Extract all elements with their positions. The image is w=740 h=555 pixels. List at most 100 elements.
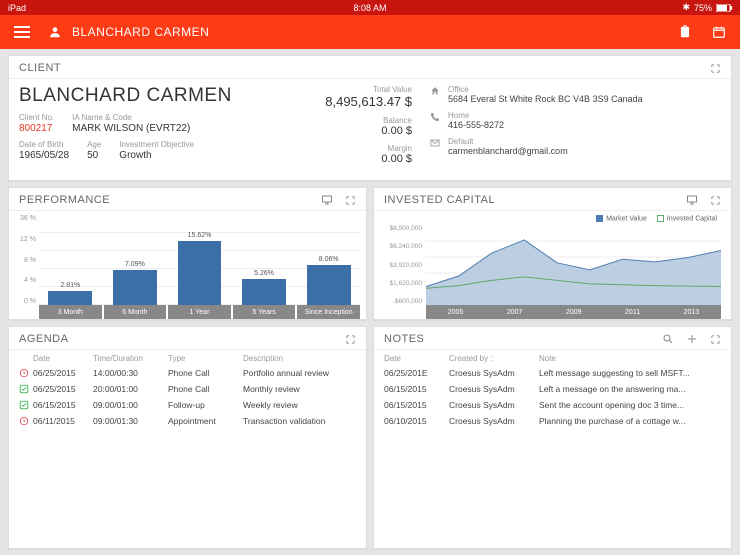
bar-category-label: 1 Year	[168, 305, 231, 319]
balance-label: Balance	[297, 116, 412, 125]
invested-chart: Market Value Invested Capital $8,500,000…	[374, 211, 731, 319]
note-row[interactable]: 06/15/2015 Croesus SysAdm Left a message…	[384, 381, 721, 397]
invested-title: INVESTED CAPITAL	[384, 194, 495, 206]
agenda-row[interactable]: 06/11/2015 09:00/01:30 Appointment Trans…	[19, 413, 356, 429]
calendar-icon[interactable]	[712, 24, 726, 40]
office-value: 5684 Everal St White Rock BC V4B 3S9 Can…	[448, 94, 643, 104]
expand-icon[interactable]	[710, 195, 721, 206]
note-text: Left message suggesting to sell MSFT...	[539, 368, 721, 378]
agenda-row[interactable]: 06/25/2015 14:00/00:30 Phone Call Portfo…	[19, 365, 356, 381]
col-date: Date	[33, 354, 93, 363]
note-created-by: Croesus SysAdm	[449, 416, 539, 426]
agenda-date: 06/25/2015	[33, 368, 93, 378]
obj-value: Growth	[119, 150, 194, 161]
legend-market-value: Market Value	[606, 215, 647, 222]
default-label: Default	[448, 137, 568, 146]
clock-icon	[19, 368, 33, 378]
expand-icon[interactable]	[710, 63, 721, 74]
expand-icon[interactable]	[345, 334, 356, 345]
agenda-date: 06/15/2015	[33, 400, 93, 410]
bar-value-label: 2.81%	[60, 282, 80, 289]
invested-card: INVESTED CAPITAL Market Value Invested C…	[373, 187, 732, 320]
note-date: 06/10/2015	[384, 416, 449, 426]
bar-category-label: Since Inception	[297, 305, 360, 319]
app-title: BLANCHARD CARMEN	[72, 25, 209, 39]
agenda-date: 06/25/2015	[33, 384, 93, 394]
mail-icon	[430, 138, 440, 148]
total-value: 8,495,613.47 $	[297, 94, 412, 109]
battery-icon	[716, 4, 732, 12]
present-icon[interactable]	[321, 194, 333, 206]
dob-label: Date of Birth	[19, 140, 69, 149]
note-row[interactable]: 06/10/2015 Croesus SysAdm Planning the p…	[384, 413, 721, 429]
agenda-time: 20:00/01:00	[93, 384, 168, 394]
agenda-type: Follow-up	[168, 400, 243, 410]
note-created-by: Croesus SysAdm	[449, 368, 539, 378]
bar-category-label: 3 Month	[39, 305, 102, 319]
client-name: BLANCHARD CARMEN	[19, 85, 279, 107]
legend-invested-capital: Invested Capital	[667, 215, 717, 222]
expand-icon[interactable]	[710, 334, 721, 345]
note-date: 06/15/2015	[384, 400, 449, 410]
chart-bar	[307, 265, 351, 305]
clipboard-icon[interactable]	[678, 24, 692, 40]
bar-category-label: 6 Month	[104, 305, 167, 319]
agenda-time: 14:00/00:30	[93, 368, 168, 378]
col-desc: Description	[243, 354, 356, 363]
age-label: Age	[87, 140, 101, 149]
note-created-by: Croesus SysAdm	[449, 384, 539, 394]
balance-value: 0.00 $	[297, 125, 412, 137]
performance-title: PERFORMANCE	[19, 194, 110, 206]
home-icon	[430, 86, 440, 96]
agenda-date: 06/11/2015	[33, 416, 93, 426]
chart-bar	[242, 279, 286, 305]
note-date: 06/25/201E	[384, 368, 449, 378]
user-icon[interactable]	[48, 25, 62, 39]
notes-title: NOTES	[384, 333, 424, 345]
menu-icon[interactable]	[14, 26, 30, 38]
margin-label: Margin	[297, 144, 412, 153]
agenda-type: Phone Call	[168, 368, 243, 378]
ia-value: MARK WILSON (EVRT22)	[72, 123, 190, 134]
col-type: Type	[168, 354, 243, 363]
agenda-row[interactable]: 06/25/2015 20:00/01:00 Phone Call Monthl…	[19, 381, 356, 397]
obj-label: Investment Objective	[119, 140, 194, 149]
app-bar: BLANCHARD CARMEN	[0, 15, 740, 49]
add-icon[interactable]	[686, 333, 698, 345]
agenda-card: AGENDA Date Time/Duration Type Descripti…	[8, 326, 367, 549]
agenda-desc: Transaction validation	[243, 416, 356, 426]
note-text: Planning the purchase of a cottage w...	[539, 416, 721, 426]
note-text: Left a message on the answering ma...	[539, 384, 721, 394]
note-row[interactable]: 06/15/2015 Croesus SysAdm Sent the accou…	[384, 397, 721, 413]
client-header: CLIENT	[19, 62, 61, 74]
client-no-label: Client No.	[19, 113, 54, 122]
bar-value-label: 5.26%	[254, 270, 274, 277]
bar-value-label: 15.62%	[188, 232, 212, 239]
age-value: 50	[87, 150, 101, 161]
expand-icon[interactable]	[345, 195, 356, 206]
bar-value-label: 7.09%	[125, 261, 145, 268]
col-date: Date	[384, 354, 449, 363]
performance-card: PERFORMANCE 36 %12 %8 %4 %0 % 2.81% 3 Mo…	[8, 187, 367, 320]
col-note: Note	[539, 354, 721, 363]
agenda-time: 09:00/01:00	[93, 400, 168, 410]
agenda-time: 09:00/01:30	[93, 416, 168, 426]
bluetooth-icon: ✱	[682, 2, 690, 13]
note-created-by: Croesus SysAdm	[449, 400, 539, 410]
ia-label: IA Name & Code	[72, 113, 190, 122]
agenda-type: Appointment	[168, 416, 243, 426]
search-icon[interactable]	[662, 333, 674, 345]
bar-value-label: 8.06%	[319, 256, 339, 263]
agenda-title: AGENDA	[19, 333, 68, 345]
home-phone-value: 416-555-8272	[448, 120, 504, 130]
agenda-desc: Portfolio annual review	[243, 368, 356, 378]
status-bar: iPad 8:08 AM ✱ 75%	[0, 0, 740, 15]
agenda-row[interactable]: 06/15/2015 09:00/01:00 Follow-up Weekly …	[19, 397, 356, 413]
client-no[interactable]: 800217	[19, 123, 54, 134]
present-icon[interactable]	[686, 194, 698, 206]
margin-value: 0.00 $	[297, 153, 412, 165]
note-row[interactable]: 06/25/201E Croesus SysAdm Left message s…	[384, 365, 721, 381]
status-time: 8:08 AM	[353, 3, 386, 13]
note-date: 06/15/2015	[384, 384, 449, 394]
chart-bar	[113, 270, 157, 305]
